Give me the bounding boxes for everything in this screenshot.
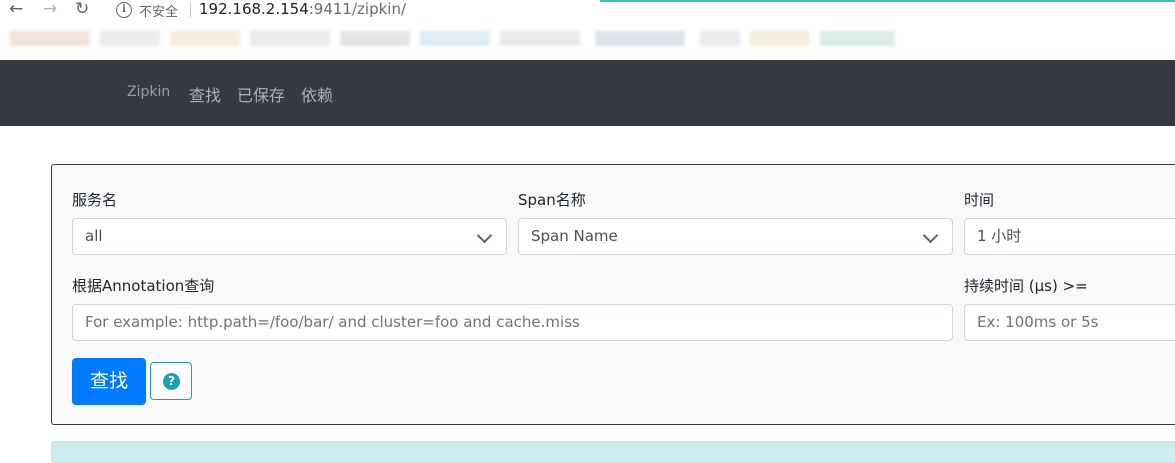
time-select[interactable]: 1 小时 [964,218,1175,255]
results-info-alert [51,441,1175,463]
duration-input[interactable]: Ex: 100ms or 5s [964,304,1175,341]
chevron-down-icon [922,227,939,244]
bookmark-blur [100,31,160,46]
brand-logo[interactable]: Zipkin [127,84,170,100]
nav-find[interactable]: 查找 [189,82,221,106]
bookmark-blur [250,31,330,46]
bookmark-blur [420,31,490,46]
bookmark-blur [595,31,685,46]
nav-dependencies[interactable]: 依赖 [301,82,333,106]
service-name-label: 服务名 [72,191,118,209]
chevron-down-icon [476,227,493,244]
bookmark-blur [750,31,810,46]
bookmark-blur [700,31,740,46]
reload-icon[interactable]: ↻ [75,0,89,20]
page-load-accent [600,0,1175,2]
service-name-select[interactable]: all [72,218,507,255]
forward-arrow-icon[interactable]: → [43,0,57,20]
span-name-select[interactable]: Span Name [518,218,953,255]
nav-saved[interactable]: 已保存 [237,82,285,106]
help-button[interactable]: ? [150,362,192,400]
url-separator [190,2,191,17]
bookmark-blur [820,31,895,46]
search-button[interactable]: 查找 [72,358,146,405]
time-label: 时间 [964,191,995,209]
service-name-value: all [85,227,103,245]
question-circle-icon: ? [163,373,180,390]
bookmark-blur [340,31,410,46]
annotation-query-label: 根据Annotation查询 [72,277,215,295]
app-navbar: Zipkin 查找 已保存 依赖 [0,60,1175,126]
search-form-card: 服务名 all Span名称 Span Name 时间 1 小时 根据Annot… [51,164,1175,425]
time-value: 1 小时 [977,227,1022,245]
bookmarks-bar [0,22,1175,60]
bookmark-blur [170,31,240,46]
annotation-query-placeholder: For example: http.path=/foo/bar/ and clu… [85,313,580,331]
back-arrow-icon[interactable]: ← [9,0,23,20]
url-path: :9411/zipkin/ [308,0,407,18]
span-name-value: Span Name [531,227,618,245]
address-bar[interactable]: 192.168.2.154:9411/zipkin/ [199,0,406,18]
url-host: 192.168.2.154 [199,0,309,18]
annotation-query-input[interactable]: For example: http.path=/foo/bar/ and clu… [72,304,953,341]
span-name-label: Span名称 [518,191,586,209]
duration-placeholder: Ex: 100ms or 5s [977,313,1099,331]
security-status[interactable]: 不安全 [139,1,178,20]
bookmark-blur [500,31,580,46]
duration-label: 持续时间 (μs) >= [964,277,1088,295]
info-icon[interactable]: i [116,2,132,18]
browser-toolbar: ← → ↻ i 不安全 192.168.2.154:9411/zipkin/ [0,0,1175,23]
bookmark-blur [10,31,90,46]
